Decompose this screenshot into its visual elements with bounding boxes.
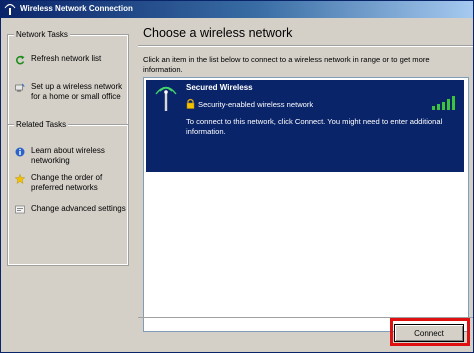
main-panel: Choose a wireless network Click an item … [138,18,473,352]
network-list[interactable]: Secured Wireless Security-enabled wirele… [143,77,469,332]
change-advanced-settings-link[interactable]: Change advanced settings [15,204,127,226]
related-tasks-title: Related Tasks [14,120,69,129]
page-title: Choose a wireless network [143,26,293,40]
network-description: To connect to this network, click Connec… [186,117,443,136]
related-tasks-group: Related Tasks Learn about wireless netwo… [7,120,129,266]
window-title: Wireless Network Connection [20,4,133,13]
change-preferred-order-link[interactable]: Change the order of preferred networks [15,173,127,195]
network-name: Secured Wireless [186,83,253,92]
network-item-secured-wireless[interactable]: Secured Wireless Security-enabled wirele… [146,80,464,172]
network-tasks-group: Network Tasks Refresh network list Set u… [7,30,129,126]
connect-highlight-box [390,318,470,346]
lock-icon [186,98,195,109]
title-bar: Wireless Network Connection [1,1,473,18]
divider [138,46,473,47]
instruction-text: Click an item in the list below to conne… [143,55,430,74]
change-preferred-order-label: Change the order of preferred networks [31,173,103,192]
info-icon [15,147,25,157]
wireless-network-icon [4,4,16,15]
setup-network-icon [15,83,25,92]
refresh-network-list-link[interactable]: Refresh network list [15,54,127,66]
learn-wireless-networking-link[interactable]: Learn about wireless networking [15,146,127,168]
setup-wireless-network-link[interactable]: Set up a wireless network for a home or … [15,82,127,104]
learn-wireless-networking-label: Learn about wireless networking [31,146,105,165]
wireless-network-window: Wireless Network Connection Network Task… [0,0,474,353]
setup-wireless-network-label: Set up a wireless network for a home or … [31,82,123,101]
star-icon [15,174,25,184]
security-status: Security-enabled wireless network [198,100,314,109]
refresh-network-list-label: Refresh network list [31,54,102,63]
network-tasks-title: Network Tasks [14,30,70,39]
settings-icon [15,205,25,214]
refresh-icon [15,55,25,65]
task-sidebar: Network Tasks Refresh network list Set u… [1,18,137,352]
change-advanced-settings-label: Change advanced settings [31,204,126,213]
signal-strength-icon [432,96,455,110]
wireless-antenna-icon [155,86,177,111]
